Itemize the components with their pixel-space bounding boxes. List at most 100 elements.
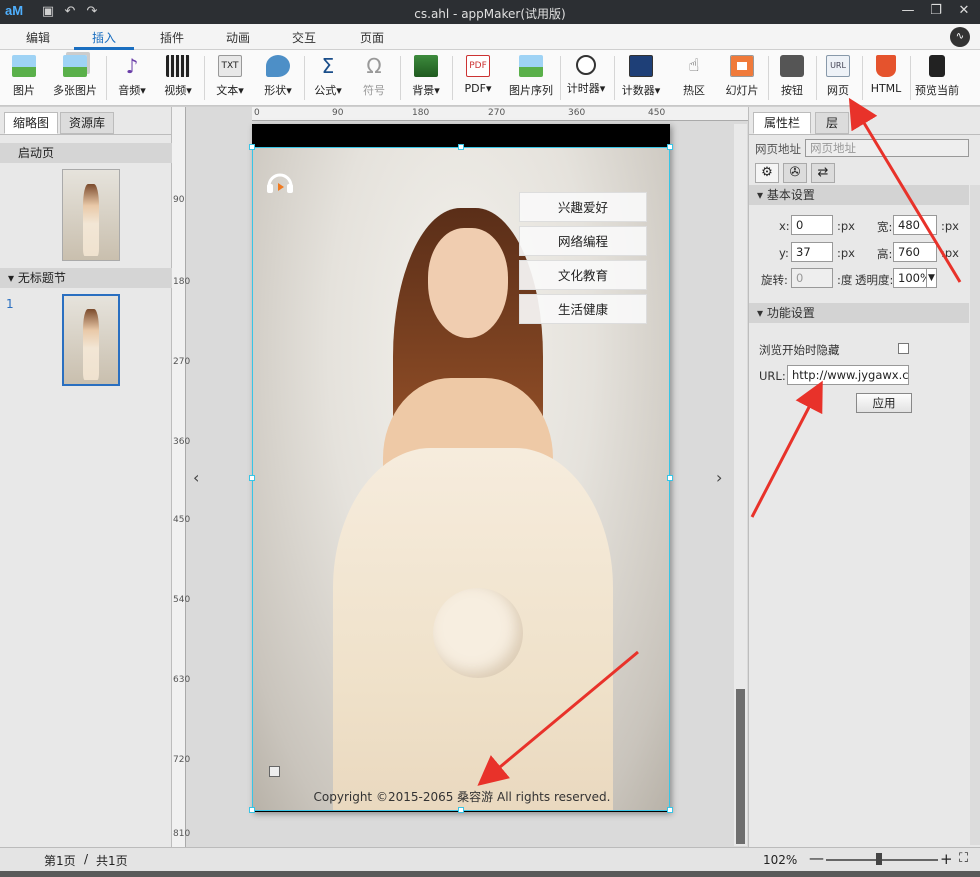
zoom-slider-thumb[interactable] [876, 853, 882, 865]
width-unit: :px [941, 219, 959, 233]
close-button[interactable]: ✕ [950, 1, 978, 21]
swap-arrows-icon[interactable]: ⇄ [811, 163, 835, 183]
maximize-button[interactable]: ❐ [922, 1, 950, 21]
page-checkbox[interactable] [269, 766, 280, 777]
collapse-arrow-icon: ▾ [757, 306, 767, 320]
resize-handle[interactable] [249, 144, 255, 150]
stopwatch-icon [576, 55, 596, 75]
insert-audio-button[interactable]: ♪ 音频▾ [112, 55, 152, 101]
resize-handle[interactable] [249, 807, 255, 813]
width-input[interactable]: 480 [893, 215, 937, 235]
background-button[interactable]: 背景▾ [406, 55, 446, 101]
url-label: URL: [759, 369, 786, 383]
property-panel: 属性栏 层 网页地址 网页地址 ⚙ ✇ ⇄ ▾ 基本设置 x: 0 :px 宽:… [748, 107, 980, 847]
tab-plugin[interactable]: 插件 [142, 29, 202, 46]
start-page-thumbnail[interactable] [62, 169, 120, 261]
insert-text-button[interactable]: TXT 文本▾ [210, 55, 250, 101]
preview-current-button[interactable]: 预览当前 [914, 55, 960, 101]
tab-thumbnails[interactable]: 缩略图 [4, 112, 59, 134]
tab-animation[interactable]: 动画 [208, 29, 268, 46]
current-page: 第1页 [44, 854, 76, 868]
image-sequence-icon [519, 55, 543, 77]
start-page-label: 启动页 [0, 143, 172, 163]
zoom-in-icon[interactable]: + [940, 850, 953, 868]
y-unit: :px [837, 246, 855, 260]
vertical-scrollbar[interactable] [734, 124, 747, 846]
insert-shape-button[interactable]: 形状▾ [256, 55, 300, 101]
insert-html-button[interactable]: HTML [866, 55, 906, 101]
resize-handle[interactable] [667, 144, 673, 150]
height-input[interactable]: 760 [893, 242, 937, 262]
status-bar: 第1页 / 共1页 102% — + ⛶ [0, 847, 980, 871]
resize-handle[interactable] [667, 807, 673, 813]
y-label: y: [779, 246, 789, 260]
menu-education-button[interactable]: 文化教育 [519, 260, 647, 290]
total-pages: 共1页 [96, 854, 128, 868]
tab-layers[interactable]: 层 [815, 112, 850, 134]
section-header[interactable]: ▾ 无标题节 [0, 268, 172, 288]
tab-insert[interactable]: 插入 [74, 29, 134, 50]
opacity-select[interactable]: 100% [893, 268, 931, 288]
sigma-icon: Σ [321, 54, 335, 78]
resize-handle[interactable] [458, 144, 464, 150]
zoom-slider[interactable] [826, 859, 938, 861]
zoom-out-icon[interactable]: — [809, 849, 824, 867]
x-label: x: [779, 219, 790, 233]
webpage-element[interactable]: 兴趣爱好 网络编程 文化教育 生活健康 Copyright ©2015-2065… [252, 147, 670, 811]
resize-handle[interactable] [249, 475, 255, 481]
insert-button-button[interactable]: 按钮 [772, 55, 812, 101]
basic-settings-header[interactable]: ▾ 基本设置 [749, 185, 969, 205]
insert-formula-button[interactable]: Σ 公式▾ [308, 55, 348, 101]
film-icon [166, 55, 190, 77]
url-input[interactable]: http://www.jygawx.com/ [787, 365, 909, 385]
chevron-right-icon[interactable]: › [716, 468, 722, 487]
menu-health-button[interactable]: 生活健康 [519, 294, 647, 324]
insert-video-button[interactable]: 视频▾ [158, 55, 198, 101]
activity-icon[interactable]: ∿ [950, 27, 970, 47]
x-unit: :px [837, 219, 855, 233]
tab-properties[interactable]: 属性栏 [753, 112, 812, 134]
photo-bow [433, 588, 523, 678]
menu-hobby-button[interactable]: 兴趣爱好 [519, 192, 647, 222]
y-input[interactable]: 37 [791, 242, 833, 262]
hide-on-start-checkbox[interactable] [898, 343, 909, 354]
gear-icon[interactable]: ⚙ [755, 163, 779, 183]
function-icon[interactable]: ✇ [783, 163, 807, 183]
scrollbar-thumb[interactable] [736, 689, 745, 844]
tab-resource-library[interactable]: 资源库 [60, 112, 115, 134]
image-sequence-button[interactable]: 图片序列 [506, 55, 556, 101]
menu-programming-button[interactable]: 网络编程 [519, 226, 647, 256]
rotate-input[interactable]: 0 [791, 268, 833, 288]
function-settings-header[interactable]: ▾ 功能设置 [749, 303, 969, 323]
collapse-arrow-icon: ▾ [8, 271, 18, 285]
address-label: 网页地址 [755, 142, 801, 156]
rotate-unit: :度 [837, 273, 853, 287]
panel-scrollbar[interactable] [970, 185, 980, 845]
resize-handle[interactable] [667, 475, 673, 481]
chevron-down-icon[interactable]: ▼ [926, 268, 937, 288]
minimize-button[interactable]: — [894, 1, 922, 21]
insert-multi-image-button[interactable]: 多张图片 [50, 55, 100, 101]
insert-webpage-button[interactable]: URL 网页 [820, 55, 856, 101]
tab-page[interactable]: 页面 [342, 29, 402, 46]
timer-button[interactable]: 计时器▾ [564, 55, 608, 101]
hotspot-button[interactable]: ☝ 热区 [674, 55, 714, 101]
apply-button[interactable]: 应用 [856, 393, 912, 413]
fit-screen-icon[interactable]: ⛶ [959, 851, 968, 866]
insert-symbol-button[interactable]: Ω 符号 [354, 55, 394, 101]
shape-icon [266, 55, 290, 77]
insert-image-button[interactable]: 图片 [6, 55, 42, 101]
counter-button[interactable]: 计数器▾ [618, 55, 664, 101]
headphone-icon[interactable] [265, 170, 295, 194]
x-input[interactable]: 0 [791, 215, 833, 235]
resize-handle[interactable] [458, 807, 464, 813]
height-unit: :px [941, 246, 959, 260]
address-field[interactable]: 网页地址 [805, 139, 969, 157]
tab-edit[interactable]: 编辑 [8, 29, 68, 46]
tab-interaction[interactable]: 交互 [274, 29, 334, 46]
page-1-thumbnail[interactable] [62, 294, 120, 386]
insert-pdf-button[interactable]: PDF PDF▾ [458, 55, 498, 101]
chevron-left-icon[interactable]: ‹ [193, 468, 199, 487]
phone-preview-icon [929, 55, 945, 77]
slideshow-button[interactable]: 幻灯片 [720, 55, 764, 101]
